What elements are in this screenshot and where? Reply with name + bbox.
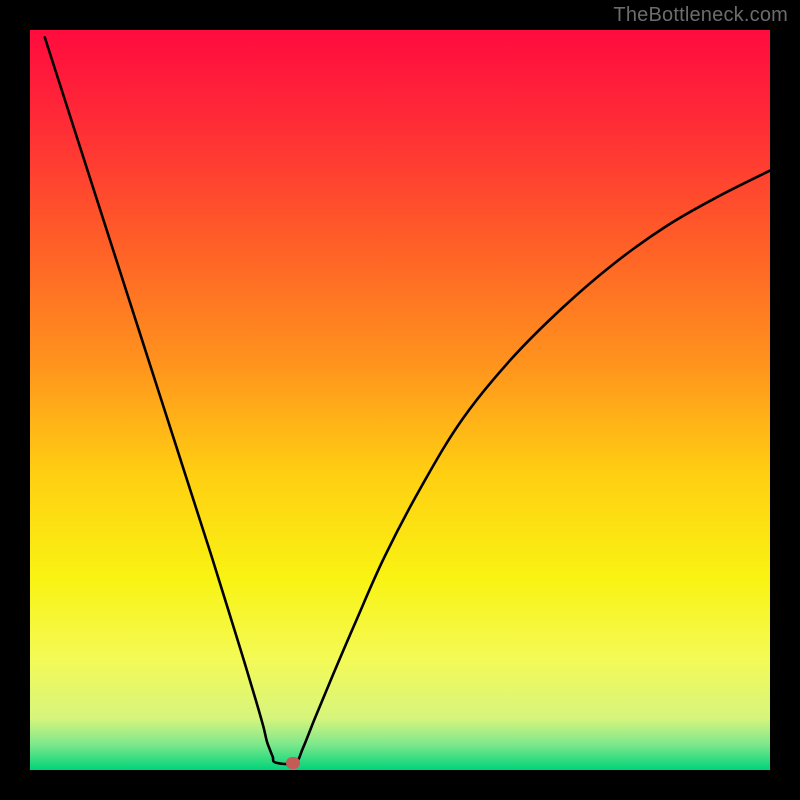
min-marker (286, 757, 300, 769)
chart-curve (30, 30, 770, 770)
chart-frame: TheBottleneck.com (0, 0, 800, 800)
plot-area (30, 30, 770, 770)
watermark-text: TheBottleneck.com (613, 4, 788, 27)
